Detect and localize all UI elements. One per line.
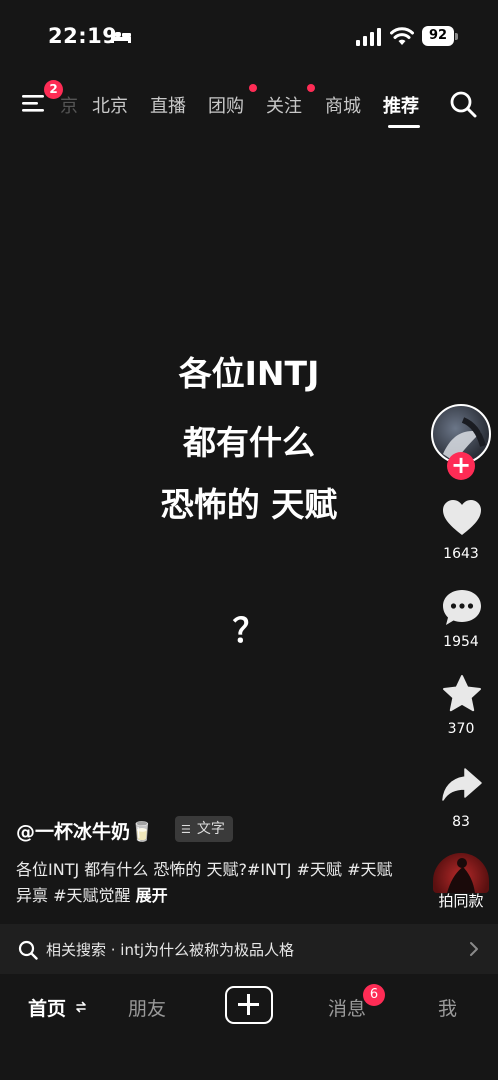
text-type-tag[interactable]: ☰ 文字 xyxy=(175,816,233,842)
share-count: 83 xyxy=(452,814,470,830)
video-text-line-3: 恐怖的 天赋 xyxy=(160,485,338,524)
status-bar: 22:19 92 xyxy=(0,0,498,70)
tab-group-buy-dot xyxy=(249,84,257,92)
messages-badge: 6 xyxy=(363,984,385,1006)
tab-recommend[interactable]: 推荐 xyxy=(383,92,419,118)
bottom-nav: 首页 朋友 消息 6 我 xyxy=(0,974,498,1080)
video-text-line-2: 都有什么 xyxy=(183,423,315,462)
create-button[interactable] xyxy=(225,986,273,1024)
star-icon[interactable] xyxy=(441,674,483,714)
description-text: 各位INTJ 都有什么 恐怖的 天赋?#INTJ #天赋 #天赋异禀 #天赋觉醒 xyxy=(16,860,393,905)
nav-friends[interactable]: 朋友 xyxy=(128,994,166,1021)
related-search-bar[interactable]: 相关搜索 · intj为什么被称为极品人格 xyxy=(0,924,498,974)
bed-icon xyxy=(111,30,131,43)
nav-messages[interactable]: 消息 xyxy=(328,994,366,1021)
follow-button[interactable]: + xyxy=(447,452,475,480)
tab-group-buy[interactable]: 团购 xyxy=(208,92,244,118)
music-disc-icon[interactable] xyxy=(433,853,489,893)
text-type-label: 文字 xyxy=(196,821,225,837)
battery-tip xyxy=(455,33,458,40)
like-count: 1643 xyxy=(443,546,479,562)
active-tab-underline xyxy=(388,125,420,128)
favorite-count: 370 xyxy=(447,721,475,737)
comment-count: 1954 xyxy=(443,634,479,650)
tab-live[interactable]: 直播 xyxy=(150,92,186,118)
share-icon[interactable] xyxy=(441,765,483,805)
tab-following-dot xyxy=(307,84,315,92)
video-text-line-1: 各位INTJ xyxy=(178,354,320,393)
nav-me[interactable]: 我 xyxy=(438,994,457,1021)
chevron-right-icon xyxy=(470,942,478,956)
video-text-line-4: ？ xyxy=(232,611,266,650)
heart-icon[interactable] xyxy=(441,498,483,538)
tab-mall[interactable]: 商城 xyxy=(325,92,361,118)
search-icon[interactable] xyxy=(449,90,477,118)
battery-icon: 92 xyxy=(422,26,454,46)
tab-following[interactable]: 关注 xyxy=(266,92,302,118)
search-icon-small xyxy=(18,940,38,960)
status-time: 22:19 xyxy=(48,24,118,48)
signal-icon xyxy=(356,28,381,46)
tab-beijing[interactable]: 北京 xyxy=(92,92,128,118)
music-disc-art xyxy=(447,858,475,893)
video-description[interactable]: 各位INTJ 都有什么 恐怖的 天赋?#INTJ #天赋 #天赋异禀 #天赋觉醒… xyxy=(16,857,396,909)
wifi-icon xyxy=(390,27,414,45)
tab-partial[interactable]: 京 xyxy=(60,92,78,118)
related-search-text: 相关搜索 · intj为什么被称为极品人格 xyxy=(46,941,295,959)
nav-home[interactable]: 首页 xyxy=(28,994,66,1021)
refresh-icon[interactable] xyxy=(75,1000,87,1014)
top-nav: 2 京 北京 直播 团购 关注 商城 推荐 xyxy=(0,80,498,130)
text-lines-icon: ☰ xyxy=(181,823,191,836)
menu-icon[interactable] xyxy=(22,92,46,114)
use-sound-label[interactable]: 拍同款 xyxy=(430,890,492,911)
plus-icon-v xyxy=(247,994,250,1015)
expand-link[interactable]: 展开 xyxy=(136,886,168,905)
comment-icon[interactable] xyxy=(441,588,483,628)
author-name[interactable]: @一杯冰牛奶🥛 xyxy=(16,817,154,844)
